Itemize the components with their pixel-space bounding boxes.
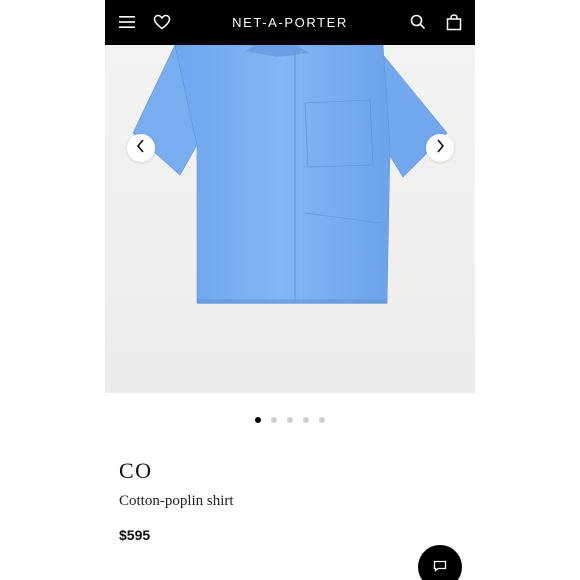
- shirt-image: [132, 45, 448, 304]
- top-navigation-bar: NET-A-PORTER: [105, 0, 475, 45]
- chevron-left-icon: [136, 138, 146, 158]
- chat-icon: [433, 559, 447, 577]
- carousel-dot[interactable]: [319, 417, 325, 423]
- product-name: Cotton-poplin shirt: [119, 493, 234, 509]
- carousel-dot[interactable]: [255, 417, 261, 423]
- carousel-dot[interactable]: [303, 417, 309, 423]
- carousel-pagination: [105, 417, 475, 423]
- next-image-button[interactable]: [426, 134, 454, 162]
- search-icon[interactable]: [408, 12, 428, 32]
- product-brand[interactable]: CO: [119, 458, 153, 484]
- mobile-page: NET-A-PORTER CO Cotton-poplin shirt $595: [105, 0, 475, 580]
- chat-button[interactable]: [418, 545, 462, 580]
- previous-image-button[interactable]: [127, 134, 155, 162]
- product-price: $595: [119, 527, 151, 543]
- product-image-carousel[interactable]: [105, 45, 475, 393]
- chevron-right-icon: [435, 138, 445, 158]
- shopping-bag-icon[interactable]: [444, 12, 464, 32]
- carousel-dot[interactable]: [271, 417, 277, 423]
- carousel-dot[interactable]: [287, 417, 293, 423]
